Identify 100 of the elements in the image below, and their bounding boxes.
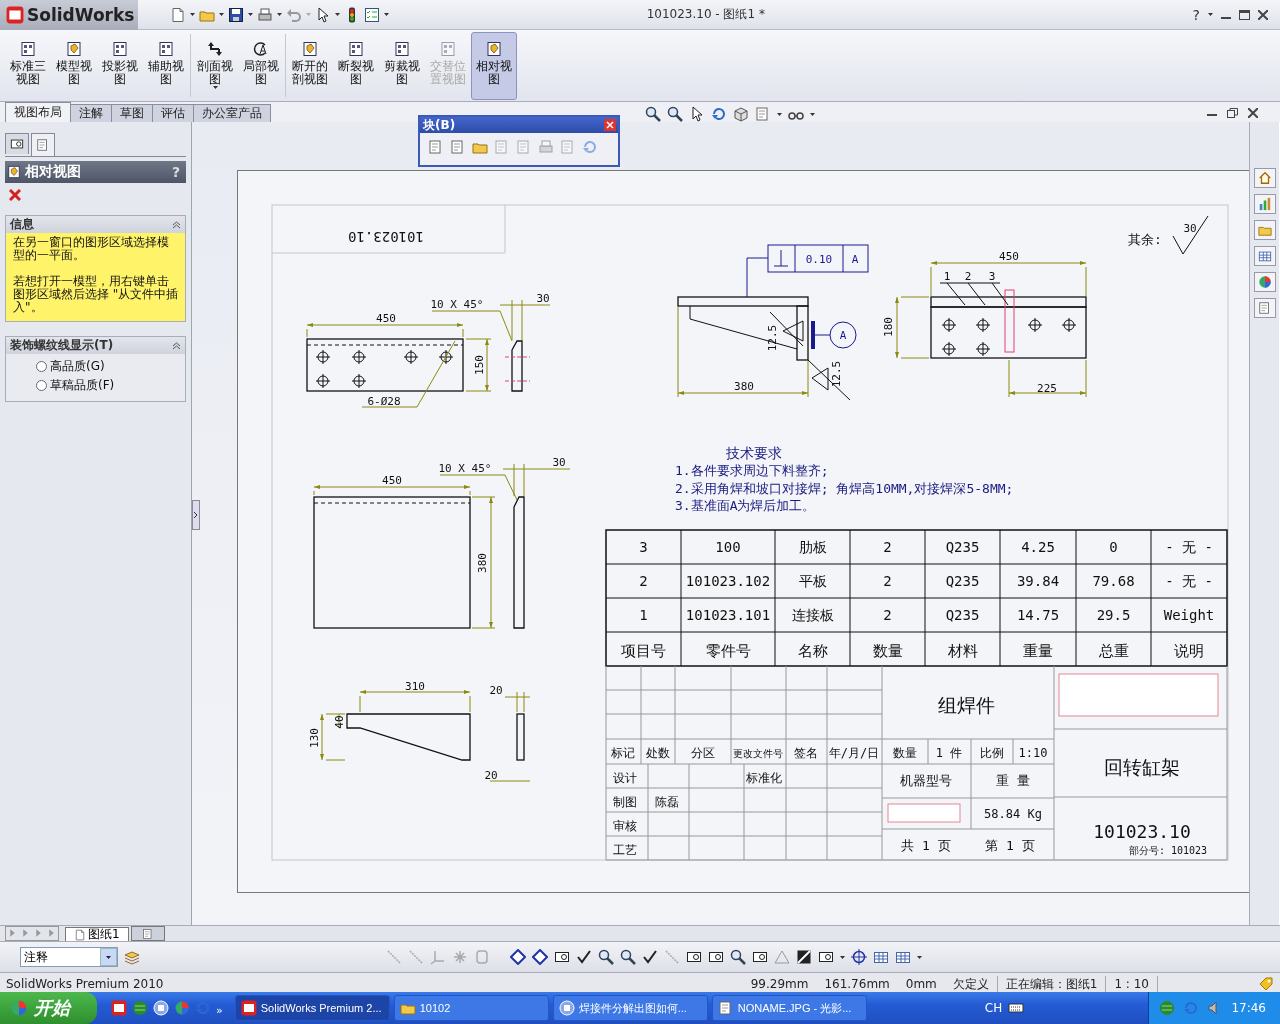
ribbon-button[interactable]: 剪裁视图 — [379, 32, 425, 100]
close-icon[interactable] — [604, 119, 616, 131]
caret-icon[interactable] — [384, 13, 389, 16]
pointer-icon[interactable] — [315, 6, 331, 23]
check-icon[interactable] — [576, 949, 592, 965]
caret-icon[interactable] — [1208, 13, 1213, 16]
frame-icon[interactable] — [818, 949, 834, 965]
ribbon-tab[interactable]: 视图布局 — [5, 102, 71, 122]
circle-icon[interactable] — [153, 1000, 169, 1016]
radio-button[interactable] — [36, 361, 47, 372]
collapse-chevron-icon[interactable] — [172, 341, 181, 350]
radio-label[interactable]: 高品质(G) — [50, 358, 105, 375]
restore-icon[interactable] — [1227, 108, 1238, 118]
ribbon-tab[interactable]: 草图 — [111, 104, 153, 122]
document-icon[interactable] — [170, 6, 186, 23]
caret-icon[interactable] — [810, 112, 815, 116]
paperclip-icon[interactable] — [474, 949, 490, 965]
layer-combo-box[interactable]: 注释 — [20, 947, 118, 967]
magnifier-icon[interactable] — [620, 949, 636, 965]
cancel-icon[interactable] — [9, 189, 21, 201]
ribbon-button[interactable]: 标准三视图 — [5, 32, 51, 100]
close-icon[interactable] — [1248, 108, 1258, 118]
property-tab[interactable] — [31, 133, 55, 156]
task-pane-tab[interactable] — [1253, 194, 1276, 214]
table-cell: Q235 — [945, 539, 980, 555]
title-block-label: 更改文件号 — [733, 748, 783, 759]
ribbon-button[interactable]: 断裂视图 — [333, 32, 379, 100]
magnifier-icon[interactable] — [645, 106, 661, 122]
add-sheet-tab[interactable] — [130, 926, 165, 941]
diamond-icon[interactable] — [510, 949, 526, 965]
collapse-chevron-icon[interactable] — [172, 220, 181, 229]
ribbon-button[interactable]: 局部视图 — [238, 32, 284, 100]
caret-icon[interactable] — [840, 955, 845, 959]
more-button[interactable]: » — [216, 1003, 223, 1017]
printer-icon[interactable] — [257, 6, 273, 23]
magnifier-icon[interactable] — [730, 949, 746, 965]
ribbon-button[interactable]: 辅助视图 — [143, 32, 189, 100]
frame-icon[interactable] — [686, 949, 702, 965]
ribbon-tab[interactable]: 办公室产品 — [193, 104, 271, 122]
caret-icon[interactable] — [335, 13, 340, 16]
ribbon-button[interactable]: 模型视图 — [51, 32, 97, 100]
ribbon-button[interactable]: 相对视图 — [471, 32, 517, 100]
task-pane-tab[interactable] — [1253, 168, 1276, 188]
caret-icon[interactable] — [277, 13, 282, 16]
panel-title: 相对视图 — [25, 163, 81, 181]
title-block-label: 第 1 页 — [985, 838, 1035, 853]
diamond-icon[interactable] — [532, 949, 548, 965]
keyboard-icon[interactable] — [1008, 1000, 1025, 1016]
ribbon-button[interactable]: 投影视图 — [97, 32, 143, 100]
weld-size: 12.5 — [830, 360, 843, 388]
taskbar-button[interactable]: NONAME.JPG - 光影... — [711, 995, 867, 1021]
help-button[interactable]: ? — [171, 164, 180, 180]
splitter-handle-icon[interactable] — [192, 500, 200, 530]
pointer-icon[interactable] — [689, 106, 705, 122]
magnifier-icon[interactable] — [667, 106, 683, 122]
ribbon-tab[interactable]: 注解 — [70, 104, 112, 122]
cube-icon[interactable] — [733, 106, 749, 122]
frame-icon[interactable] — [554, 949, 570, 965]
ribbon-button[interactable]: 剖面视图 — [192, 32, 238, 100]
hatch-icon[interactable] — [796, 949, 812, 965]
table-icon[interactable] — [873, 949, 889, 965]
caret-icon[interactable] — [248, 13, 253, 16]
caret-icon[interactable] — [777, 112, 782, 116]
help-button[interactable]: ? — [1192, 6, 1200, 23]
table-icon[interactable] — [895, 949, 911, 965]
check-icon[interactable] — [642, 949, 658, 965]
rotate-icon[interactable] — [711, 106, 727, 122]
feature-tree-tab[interactable] — [5, 133, 29, 154]
maximize-icon[interactable] — [1239, 9, 1250, 20]
taskbar-button[interactable]: 10102 — [393, 995, 549, 1021]
task-pane-tab[interactable] — [1253, 220, 1276, 240]
task-pane-tab[interactable] — [1253, 272, 1276, 292]
layers-icon[interactable] — [124, 949, 140, 965]
logo-icon[interactable] — [111, 1000, 127, 1016]
title-block-label: 数量 — [893, 746, 917, 760]
sheet-tab[interactable]: 图纸1 — [65, 927, 129, 941]
ribbon-tab[interactable]: 评估 — [152, 104, 194, 122]
task-pane-tab[interactable] — [1253, 298, 1276, 318]
caret-icon[interactable] — [917, 955, 922, 959]
caret-icon[interactable] — [190, 13, 195, 16]
ribbon-button[interactable]: 断开的剖视图 — [287, 32, 333, 100]
close-icon[interactable] — [1258, 9, 1268, 20]
globe-icon[interactable] — [132, 1000, 148, 1016]
task-pane-tab[interactable] — [1253, 246, 1276, 266]
checklist-icon[interactable] — [364, 6, 380, 23]
app-logo[interactable]: SolidWorks — [0, 0, 138, 30]
frame-icon[interactable] — [752, 949, 768, 965]
taskbar-button[interactable]: SolidWorks Premium 2... — [234, 995, 390, 1021]
caret-icon[interactable] — [212, 86, 218, 89]
radio-label[interactable]: 草稿品质(F) — [50, 377, 115, 394]
radio-button[interactable] — [36, 380, 47, 391]
language-indicator[interactable]: CH — [984, 1001, 1003, 1015]
color-wheel-icon[interactable] — [174, 1000, 190, 1016]
magnifier-icon[interactable] — [598, 949, 614, 965]
tag-icon[interactable] — [1258, 976, 1274, 992]
crosshair-icon[interactable] — [851, 949, 867, 965]
caret-icon[interactable] — [219, 13, 224, 16]
caret-icon[interactable] — [106, 955, 111, 959]
taskbar-button[interactable]: 焊接件分解出图如何... — [552, 995, 708, 1021]
frame-icon[interactable] — [708, 949, 724, 965]
